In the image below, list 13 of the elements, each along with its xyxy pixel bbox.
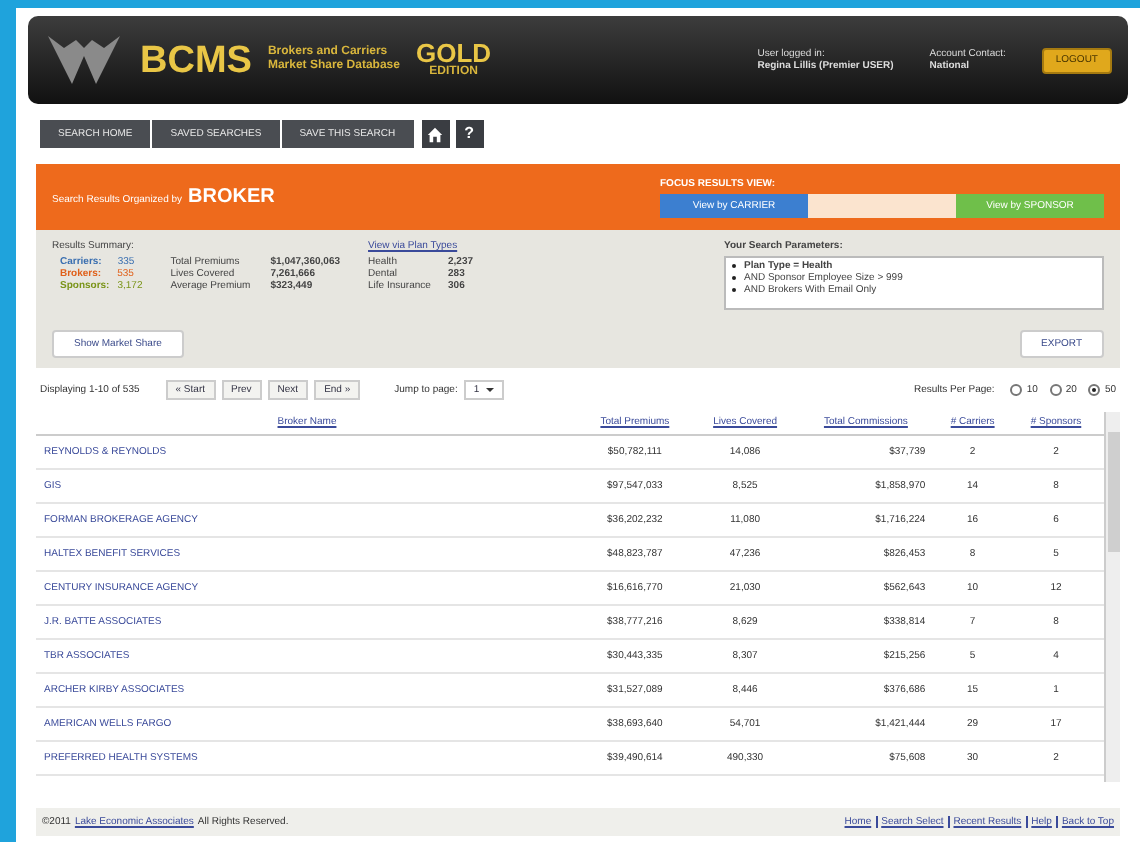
- help-button[interactable]: ?: [455, 120, 484, 148]
- radio-button[interactable]: [1049, 384, 1062, 396]
- scrollbar[interactable]: [1104, 412, 1120, 782]
- scrollbar-thumb[interactable]: [1108, 432, 1120, 552]
- edition-title: GOLD: [416, 39, 492, 66]
- home-button[interactable]: [421, 120, 450, 148]
- radio-button[interactable]: [1010, 384, 1023, 396]
- caret-icon: [485, 386, 494, 394]
- radio-button[interactable]: [1088, 384, 1101, 396]
- logo-text: BCMS: [140, 41, 252, 79]
- view-field[interactable]: [808, 193, 956, 217]
- banner-entity: BROKER: [188, 185, 275, 209]
- home-icon: [426, 125, 445, 143]
